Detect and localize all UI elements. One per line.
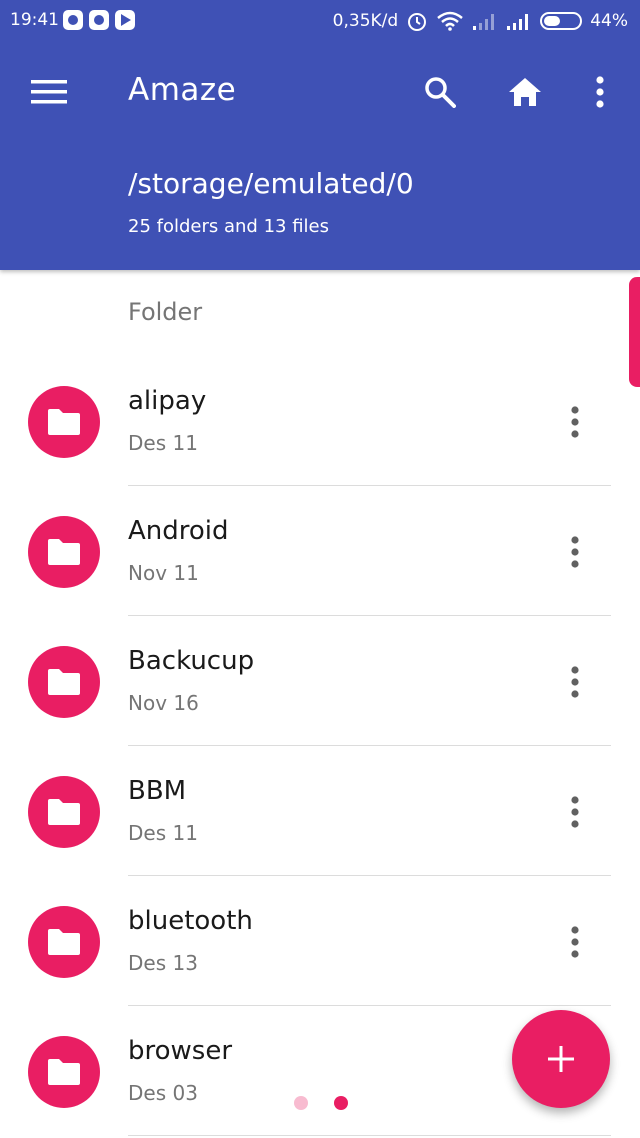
search-button[interactable] — [416, 68, 464, 116]
more-vertical-icon — [571, 796, 579, 828]
home-button[interactable] — [501, 68, 549, 116]
item-overflow-button[interactable] — [551, 788, 599, 836]
item-overflow-button[interactable] — [551, 918, 599, 966]
item-date: Des 03 — [128, 1081, 198, 1105]
item-name: Backucup — [128, 646, 255, 676]
item-name: Android — [128, 516, 229, 546]
folder-avatar[interactable] — [28, 646, 100, 718]
status-bar: 19:41 0,35K/d 44% — [0, 0, 640, 42]
list-item[interactable]: bluetooth Des 13 — [0, 876, 640, 1006]
folder-icon — [48, 669, 80, 695]
list-item[interactable]: Backucup Nov 16 — [0, 616, 640, 746]
folder-avatar[interactable] — [28, 776, 100, 848]
folder-icon — [48, 1059, 80, 1085]
battery-percent: 44% — [590, 11, 628, 31]
page-indicator — [294, 1096, 348, 1110]
current-path: /storage/emulated/0 — [128, 167, 414, 200]
section-header: Folder — [128, 298, 203, 326]
search-icon — [425, 77, 456, 108]
folder-icon — [48, 409, 80, 435]
folder-summary: 25 folders and 13 files — [128, 216, 329, 237]
item-date: Nov 11 — [128, 561, 199, 585]
telegram-notification-icon — [63, 10, 83, 30]
telegram-notification-icon — [89, 10, 109, 30]
add-fab-button[interactable] — [512, 1010, 610, 1108]
home-icon — [509, 78, 541, 106]
item-name: bluetooth — [128, 906, 253, 936]
app-title: Amaze — [128, 72, 237, 108]
folder-icon — [48, 799, 80, 825]
list-item[interactable]: alipay Des 11 — [0, 356, 640, 486]
folder-avatar[interactable] — [28, 386, 100, 458]
list-item[interactable]: Android Nov 11 — [0, 486, 640, 616]
more-vertical-icon — [571, 926, 579, 958]
play-store-notification-icon — [115, 10, 135, 30]
page-dot-1[interactable] — [294, 1096, 308, 1110]
status-time: 19:41 — [10, 10, 59, 30]
item-name: BBM — [128, 776, 187, 806]
folder-icon — [48, 539, 80, 565]
item-overflow-button[interactable] — [551, 398, 599, 446]
folder-avatar[interactable] — [28, 516, 100, 588]
divider — [128, 1135, 611, 1136]
more-vertical-icon — [571, 666, 579, 698]
status-indicators: 0,35K/d 44% — [333, 10, 628, 32]
more-vertical-icon — [571, 536, 579, 568]
plus-icon — [548, 1046, 574, 1072]
alarm-icon — [408, 13, 427, 31]
list-item[interactable]: BBM Des 11 — [0, 746, 640, 876]
item-name: alipay — [128, 386, 207, 416]
item-date: Des 11 — [128, 431, 198, 455]
overflow-menu-button[interactable] — [576, 68, 624, 116]
page-dot-2[interactable] — [334, 1096, 348, 1110]
wifi-icon — [437, 11, 464, 31]
app-header: 19:41 0,35K/d 44% Amaze /storage/emulate… — [0, 0, 640, 270]
notification-icons — [63, 10, 135, 30]
menu-button[interactable] — [25, 68, 73, 116]
signal-full-icon — [507, 14, 529, 30]
battery-icon — [540, 12, 583, 30]
item-date: Des 13 — [128, 951, 198, 975]
more-vertical-icon — [596, 76, 604, 108]
hamburger-icon — [31, 80, 67, 104]
item-date: Nov 16 — [128, 691, 199, 715]
folder-avatar[interactable] — [28, 906, 100, 978]
folder-avatar[interactable] — [28, 1036, 100, 1108]
item-overflow-button[interactable] — [551, 528, 599, 576]
item-name: browser — [128, 1036, 233, 1066]
item-date: Des 11 — [128, 821, 198, 845]
net-speed: 0,35K/d — [332, 11, 399, 31]
more-vertical-icon — [571, 406, 579, 438]
folder-icon — [48, 929, 80, 955]
signal-weak-icon — [473, 14, 495, 30]
item-overflow-button[interactable] — [551, 658, 599, 706]
